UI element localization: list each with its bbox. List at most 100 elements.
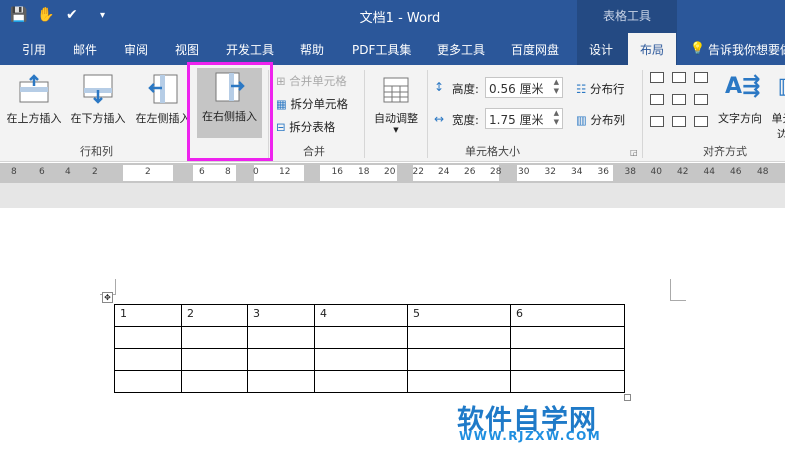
distribute-cols-icon: ▥	[576, 113, 587, 127]
insert-below-button[interactable]: 在下方插入	[66, 70, 130, 138]
table-cell[interactable]	[510, 326, 625, 349]
table-cell[interactable]	[114, 370, 182, 393]
table-cell[interactable]	[181, 370, 248, 393]
insert-above-button[interactable]: 在上方插入	[2, 70, 66, 138]
align-middle-left-icon[interactable]	[650, 94, 664, 105]
label: 分布列	[590, 113, 626, 127]
tab-review[interactable]: 审阅	[124, 41, 148, 58]
ruler-number: 2	[92, 167, 98, 177]
spinner-icon[interactable]: ▲ ▼	[554, 78, 559, 96]
align-top-center-icon[interactable]	[672, 72, 686, 83]
table-cell[interactable]	[510, 348, 625, 371]
table-row	[114, 326, 625, 349]
align-top-left-icon[interactable]	[650, 72, 664, 83]
touch-mode-icon[interactable]: ✋	[37, 7, 54, 23]
save-icon[interactable]: 💾	[10, 7, 27, 23]
table-cell[interactable]	[247, 370, 315, 393]
autofit-icon	[383, 77, 409, 103]
tab-references[interactable]: 引用	[22, 41, 46, 58]
height-input[interactable]: 0.56 厘米 ▲ ▼	[485, 77, 563, 98]
tab-view[interactable]: 视图	[175, 41, 199, 58]
height-icon: ↕	[434, 80, 445, 94]
width-input[interactable]: 1.75 厘米 ▲ ▼	[485, 108, 563, 129]
merge-cells-button[interactable]: ⊞ 合并单元格	[276, 73, 347, 89]
ruler-number: 4	[65, 167, 71, 177]
group-label-align: 对齐方式	[703, 145, 747, 158]
tab-layout[interactable]: 布局	[628, 33, 677, 65]
table-cell[interactable]	[314, 370, 408, 393]
divider	[642, 70, 643, 158]
align-middle-right-icon[interactable]	[694, 94, 708, 105]
ruler-number: 42	[677, 167, 689, 177]
tab-help[interactable]: 帮助	[300, 41, 324, 58]
table-row	[114, 348, 625, 371]
table-cell[interactable]	[314, 326, 408, 349]
table-cell[interactable]	[314, 348, 408, 371]
table-cell[interactable]: 1	[114, 304, 182, 327]
align-bottom-right-icon[interactable]	[694, 116, 708, 127]
label: 在左侧插入	[135, 112, 191, 125]
table-move-handle-icon[interactable]: ✥	[102, 292, 113, 303]
cell-margins-icon: ▥	[773, 74, 785, 104]
tab-pdf[interactable]: PDF工具集	[352, 41, 411, 58]
split-table-button[interactable]: ⊟ 拆分表格	[276, 119, 335, 135]
insert-above-icon	[19, 74, 49, 103]
ruler-number: 0	[253, 167, 259, 177]
text-direction-icon: A⇶	[725, 74, 761, 99]
distribute-cols-button[interactable]: ▥ 分布列	[576, 112, 625, 128]
distribute-rows-icon: ☷	[576, 82, 587, 96]
table-cell[interactable]	[114, 348, 182, 371]
spinner-icon[interactable]: ▲ ▼	[554, 109, 559, 127]
tab-baidu[interactable]: 百度网盘	[511, 41, 559, 58]
tab-more-tools[interactable]: 更多工具	[437, 41, 485, 58]
table-cell[interactable]	[181, 348, 248, 371]
ruler-number: 40	[650, 167, 662, 177]
table-cell[interactable]: 2	[181, 304, 248, 327]
value: 1.75 厘米	[489, 113, 544, 127]
text-direction-button[interactable]: A⇶ 文字方向	[712, 70, 768, 138]
autofit-button[interactable]: 自动调整 ▼	[366, 70, 426, 138]
insert-left-icon	[148, 74, 178, 104]
dialog-launcher-icon[interactable]: ◲	[630, 148, 638, 157]
check-icon[interactable]: ✔	[66, 7, 78, 23]
tell-me-icon: 💡	[690, 41, 705, 55]
table-cell[interactable]	[181, 326, 248, 349]
align-center-icon[interactable]	[672, 94, 686, 105]
table-cell[interactable]	[114, 326, 182, 349]
table-cell[interactable]	[247, 326, 315, 349]
label: 在上方插入	[6, 112, 62, 125]
table-cell[interactable]: 5	[407, 304, 511, 327]
customize-qat-icon[interactable]: ▾	[100, 10, 105, 21]
ruler-number: 12	[279, 167, 291, 177]
align-bottom-center-icon[interactable]	[672, 116, 686, 127]
align-bottom-left-icon[interactable]	[650, 116, 664, 127]
table-resize-handle[interactable]	[624, 394, 631, 401]
table-cell[interactable]: 6	[510, 304, 625, 327]
table-cell[interactable]: 3	[247, 304, 315, 327]
align-top-right-icon[interactable]	[694, 72, 708, 83]
width-icon: ↔	[434, 112, 445, 126]
label: 文字方向	[718, 112, 762, 125]
tab-mailings[interactable]: 邮件	[73, 41, 97, 58]
split-cells-button[interactable]: ▦ 拆分单元格	[276, 96, 348, 112]
table-row: 123456	[114, 304, 625, 327]
table-cell[interactable]	[407, 326, 511, 349]
table-cell[interactable]	[407, 348, 511, 371]
ruler-number: 2	[145, 167, 151, 177]
distribute-rows-button[interactable]: ☷ 分布行	[576, 81, 624, 97]
table-cell[interactable]	[247, 348, 315, 371]
ruler-number: 38	[624, 167, 636, 177]
insert-left-button[interactable]: 在左侧插入	[131, 70, 195, 138]
width-label: 宽度:	[452, 113, 479, 127]
ruler-number: 36	[597, 167, 609, 177]
tell-me-input[interactable]: 告诉我你想要做	[708, 41, 785, 58]
label: 合并单元格	[289, 74, 347, 88]
table-cell[interactable]	[407, 370, 511, 393]
table-cell[interactable]: 4	[314, 304, 408, 327]
tab-developer[interactable]: 开发工具	[226, 41, 274, 58]
ruler-number: 22	[412, 167, 424, 177]
tab-design[interactable]: 设计	[589, 41, 613, 58]
alignment-grid	[650, 72, 708, 127]
table-cell[interactable]	[510, 370, 625, 393]
cell-margins-button[interactable]: ▥ 单元格边距	[768, 70, 785, 138]
